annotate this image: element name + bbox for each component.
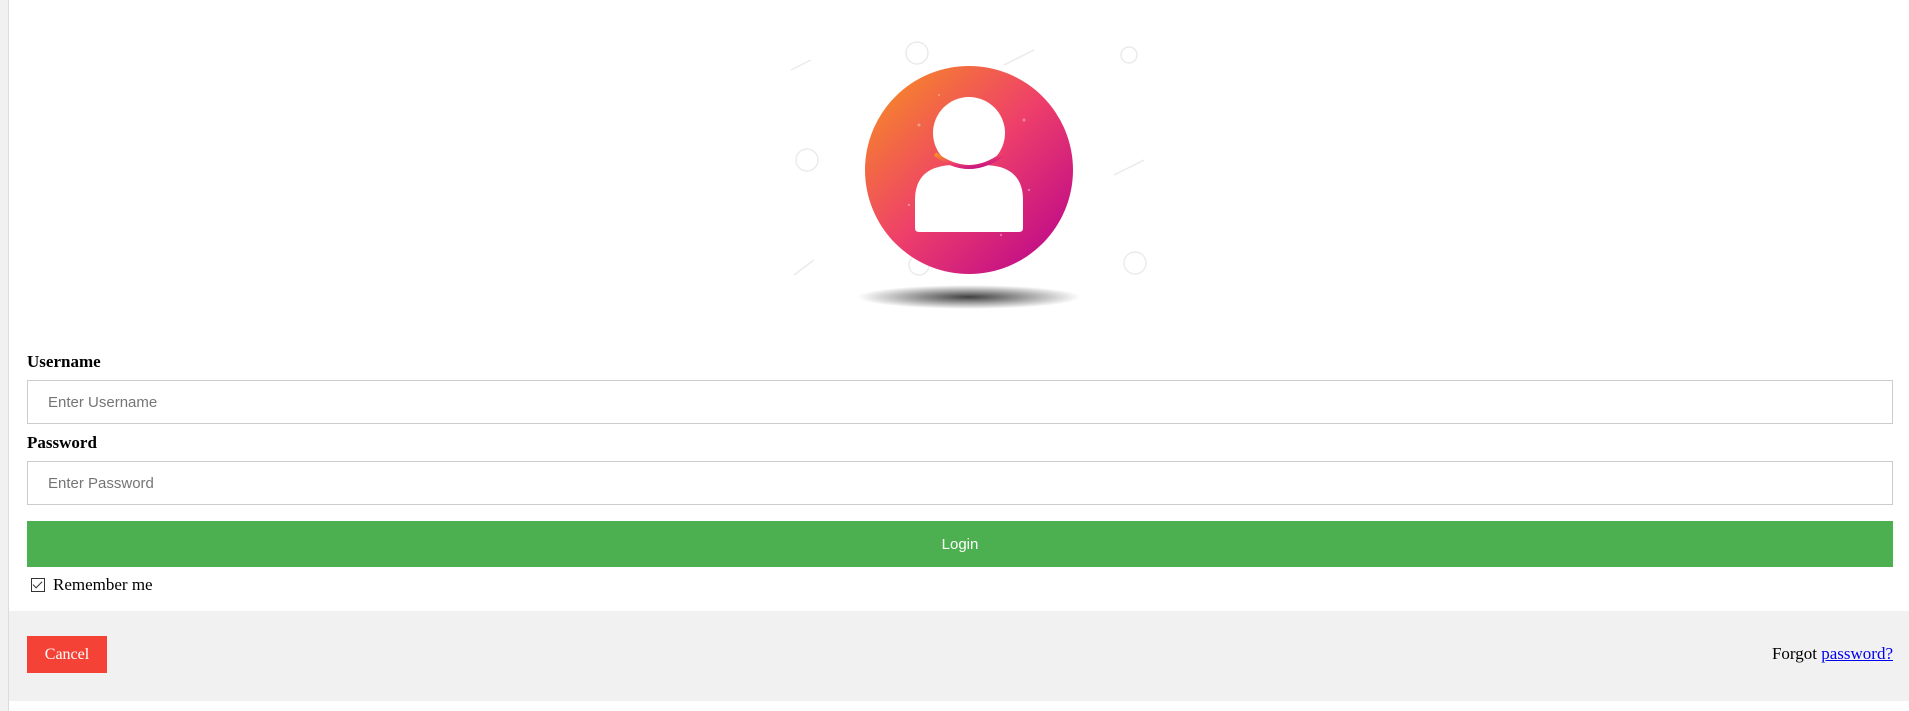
left-border: [0, 0, 9, 711]
user-avatar-icon: [790, 41, 1147, 309]
username-input[interactable]: [27, 380, 1893, 424]
remember-me-checkbox[interactable]: [31, 578, 45, 592]
username-label: Username: [27, 352, 101, 371]
login-button[interactable]: Login: [27, 521, 1893, 567]
remember-me-label: Remember me: [53, 575, 153, 594]
login-form: Username Password Login Remember me: [9, 0, 1909, 611]
password-input[interactable]: [27, 461, 1893, 505]
avatar-image: [779, 20, 1159, 320]
forgot-password: Forgot password?: [1772, 644, 1893, 664]
forgot-prefix: Forgot: [1771, 644, 1817, 663]
forgot-password-link[interactable]: password?: [1821, 644, 1893, 663]
login-page: Username Password Login Remember me Canc…: [0, 0, 1909, 711]
password-label: Password: [27, 433, 97, 452]
remember-me[interactable]: Remember me: [29, 574, 153, 596]
form-footer: Cancel Forgot password?: [9, 611, 1909, 701]
cancel-button[interactable]: Cancel: [27, 636, 107, 673]
